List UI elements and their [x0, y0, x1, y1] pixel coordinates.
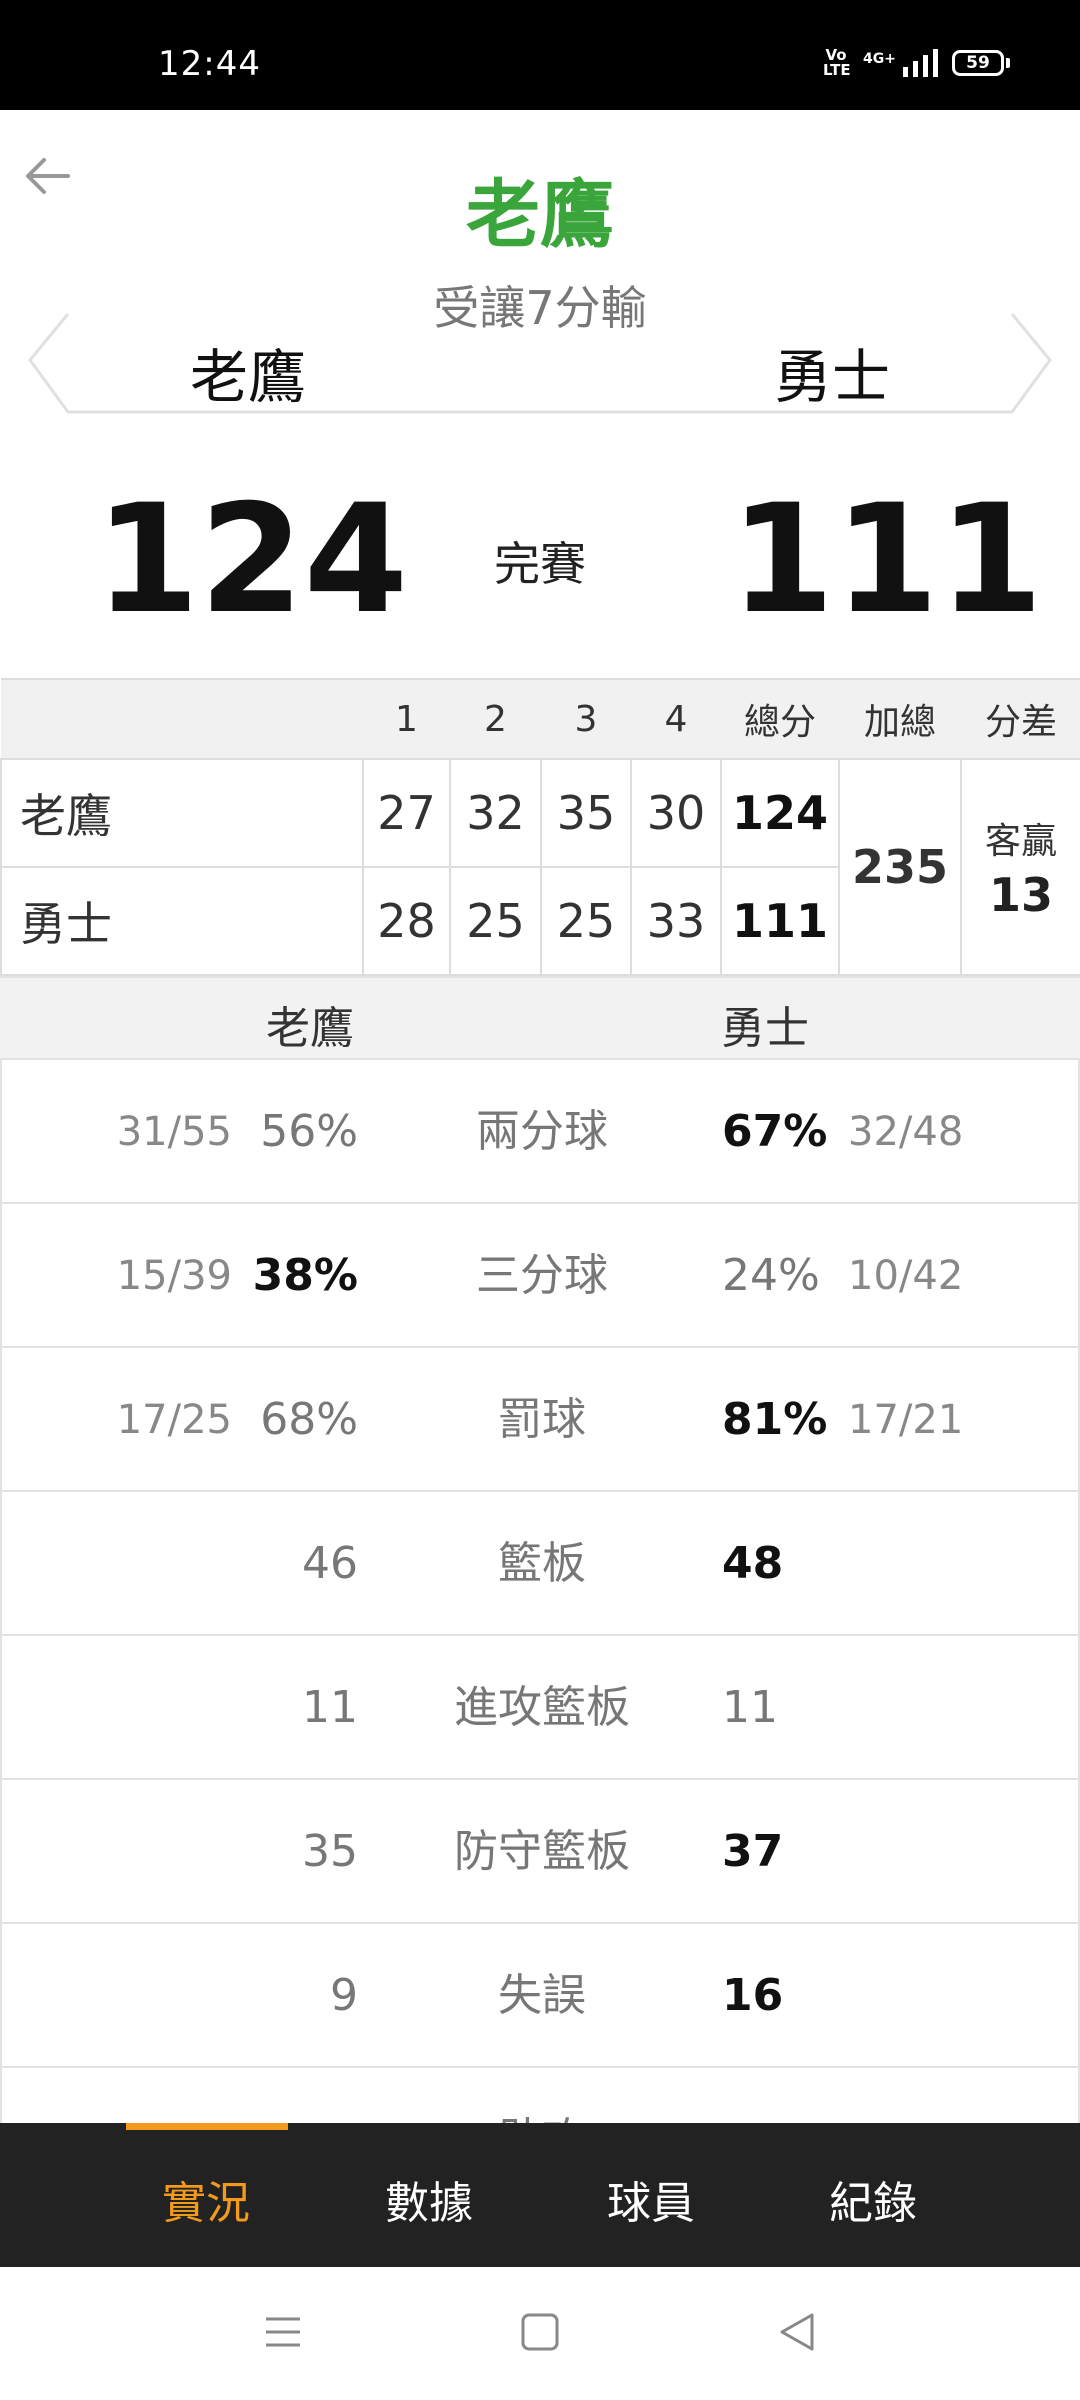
stat-label: 助攻: [402, 2112, 682, 2123]
stat-row: 11 進攻籃板 11: [0, 1636, 1080, 1780]
right-value: 16: [722, 1970, 784, 2021]
header-q2: 2: [450, 678, 541, 760]
total-score: 111: [720, 866, 840, 976]
away-score: 111: [730, 473, 1044, 647]
header-q3: 3: [541, 678, 631, 760]
diff-label: 客贏: [984, 821, 1057, 862]
left-value: 9: [330, 1970, 358, 2021]
left-value: 35: [302, 1826, 358, 1877]
header-diff: 分差: [961, 678, 1080, 760]
stat-label: 失誤: [498, 1970, 586, 2021]
left-value: 38%: [252, 1250, 358, 1301]
left-value: 68%: [260, 1394, 358, 1445]
row-team: 老鷹: [0, 758, 364, 868]
back-icon[interactable]: [772, 2307, 822, 2357]
right-value: 11: [722, 1682, 778, 1733]
battery-level: 59: [952, 50, 1004, 76]
menu-icon[interactable]: [258, 2307, 308, 2357]
network-type: 4G+: [863, 51, 896, 67]
home-score: 124: [95, 473, 409, 647]
q3-score: 35: [540, 758, 632, 868]
left-fraction: 15/39: [116, 1253, 232, 1299]
right-value: 24%: [722, 1250, 820, 1301]
tab-players[interactable]: 球員: [551, 2167, 751, 2231]
row-team: 勇士: [0, 866, 364, 976]
diff-value: 13: [988, 868, 1053, 922]
system-nav-bar: [0, 2267, 1080, 2400]
right-fraction: 32/48: [848, 1109, 964, 1155]
stat-row: 9 失誤 16: [0, 1924, 1080, 2068]
right-value: 48: [722, 1538, 784, 1589]
signal-icon: 4G+: [863, 49, 938, 77]
header-total: 總分: [721, 678, 839, 760]
tab-stats[interactable]: 數據: [329, 2167, 529, 2231]
header-blank: [1, 678, 363, 760]
away-team-name: 勇士: [773, 343, 890, 411]
q1-score: 28: [362, 866, 451, 976]
stat-label: 三分球: [476, 1250, 608, 1301]
stat-label: 籃板: [498, 1538, 586, 1589]
stat-row: 35 防守籃板 37: [0, 1780, 1080, 1924]
team-banner: 老鷹 勇士: [28, 308, 1052, 418]
header-combined: 加總: [839, 678, 961, 760]
stats-list[interactable]: 31/55 56% 兩分球 67% 32/48 15/39 38% 三分球 24% 10/42 17…: [0, 1060, 1080, 2123]
tab-records[interactable]: 紀錄: [773, 2167, 973, 2231]
right-value: 67%: [722, 1106, 828, 1157]
status-time: 12:44: [158, 44, 261, 84]
battery-icon: 59: [952, 50, 1010, 76]
stat-row: 助攻: [0, 2068, 1080, 2123]
stat-row: 17/25 68% 罰球 81% 17/21: [0, 1348, 1080, 1492]
status-bar: 12:44 Vo LTE 4G+ 59: [0, 0, 1080, 110]
home-icon[interactable]: [515, 2307, 565, 2357]
header-q4: 4: [631, 678, 721, 760]
left-value: 11: [302, 1682, 358, 1733]
bottom-nav: 實況 數據 球員 紀錄: [0, 2123, 1080, 2267]
stat-row: 31/55 56% 兩分球 67% 32/48: [0, 1060, 1080, 1204]
home-team-name: 老鷹: [189, 343, 306, 411]
score-diff: 客贏 13: [960, 758, 1080, 976]
stat-row: 15/39 38% 三分球 24% 10/42: [0, 1204, 1080, 1348]
quarter-score-table: 1 2 3 4 總分 加總 分差 老鷹 27 32 35 30 124 235 …: [0, 678, 1080, 976]
left-fraction: 31/55: [116, 1109, 232, 1155]
combined-total: 235: [838, 758, 962, 976]
left-value: 46: [302, 1538, 358, 1589]
table-row: 老鷹 27 32 35 30 124 235 客贏 13: [0, 758, 1080, 976]
q2-score: 32: [449, 758, 542, 868]
right-value: 81%: [722, 1394, 828, 1445]
quarter-table-header: 1 2 3 4 總分 加總 分差: [1, 678, 1080, 760]
stat-label: 兩分球: [476, 1106, 608, 1157]
stat-label: 防守籃板: [454, 1826, 630, 1877]
stat-label: 進攻籃板: [454, 1682, 630, 1733]
stat-label: 罰球: [498, 1394, 586, 1445]
q3-score: 25: [540, 866, 632, 976]
stat-row: 46 籃板 48: [0, 1492, 1080, 1636]
tab-live[interactable]: 實況: [106, 2167, 306, 2231]
q4-score: 30: [630, 758, 722, 868]
right-value: 37: [722, 1826, 784, 1877]
game-status: 完賽: [494, 537, 586, 591]
total-score: 124: [720, 758, 840, 868]
stats-left-team: 老鷹: [266, 1003, 354, 1054]
volte-icon: Vo LTE: [823, 46, 851, 79]
left-fraction: 17/25: [116, 1397, 232, 1443]
stats-header: 老鷹 勇士: [0, 976, 1080, 1060]
stats-right-team: 勇士: [721, 1003, 809, 1054]
q2-score: 25: [449, 866, 542, 976]
left-value: 56%: [260, 1106, 358, 1157]
q4-score: 33: [630, 866, 722, 976]
winner-team: 老鷹: [466, 172, 614, 258]
right-fraction: 17/21: [848, 1397, 964, 1443]
header-q1: 1: [363, 678, 450, 760]
status-icons: Vo LTE 4G+ 59: [823, 48, 1010, 78]
q1-score: 27: [362, 758, 451, 868]
active-tab-indicator: [126, 2123, 288, 2130]
right-fraction: 10/42: [848, 1253, 964, 1299]
